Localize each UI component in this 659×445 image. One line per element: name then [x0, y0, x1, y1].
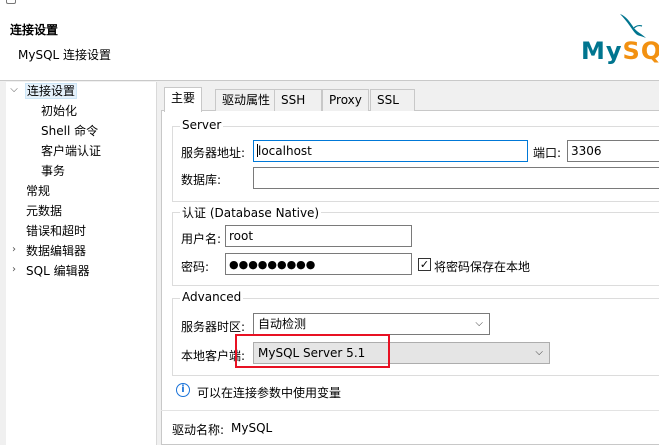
tree-item-metadata[interactable]: 元数据	[26, 202, 62, 220]
tab-ssh[interactable]: SSH	[274, 89, 322, 111]
tree-item-label: 客户端认证	[41, 144, 102, 158]
tree-item-client-auth[interactable]: 客户端认证	[41, 142, 101, 160]
chevron-down-icon[interactable]: ⌵	[9, 84, 19, 95]
header-divider	[0, 80, 659, 81]
tree-item-label: Shell 命令	[41, 124, 99, 138]
tree-item-sql-editor[interactable]: SQL 编辑器	[26, 262, 90, 280]
tab-ssl[interactable]: SSL	[370, 89, 415, 111]
footer-divider	[161, 410, 659, 411]
password-label: 密码:	[181, 260, 210, 274]
save-password-label[interactable]: 将密码保存在本地	[434, 258, 530, 275]
info-text: 可以在连接参数中使用变量	[197, 386, 342, 400]
auth-group-title: 认证 (Database Native)	[180, 204, 322, 221]
tree-item-label: SQL 编辑器	[26, 264, 90, 278]
database-label: 数据库:	[181, 173, 222, 187]
mysql-logo: MySQL	[581, 37, 659, 65]
tree-item-label: 初始化	[41, 104, 78, 118]
host-label: 服务器地址:	[181, 146, 246, 160]
database-input[interactable]	[253, 167, 659, 189]
checkmark-icon: ✓	[419, 258, 430, 271]
tree-item-label: 错误和超时	[26, 224, 87, 238]
tree-item-data-editor[interactable]: 数据编辑器	[26, 242, 86, 260]
username-label: 用户名:	[181, 232, 222, 246]
password-value: ●●●●●●●●●	[229, 258, 316, 271]
logo-sql: SQL	[622, 37, 659, 65]
host-input[interactable]: localhost	[253, 140, 528, 162]
host-value: localhost	[258, 144, 312, 158]
tree-item-label: 常规	[26, 184, 51, 198]
tab-proxy[interactable]: Proxy	[322, 89, 369, 111]
page-subtitle: MySQL 连接设置	[18, 48, 112, 62]
chevron-right-icon[interactable]: ›	[9, 264, 19, 275]
page-title: 连接设置	[10, 23, 59, 37]
server-group-title: Server	[180, 118, 224, 132]
window-icon	[6, 0, 16, 4]
info-icon: i	[176, 383, 190, 397]
settings-tree: ⌵ 连接设置 初始化 Shell 命令 客户端认证 事务 常规 元数据 错误和超…	[6, 82, 157, 445]
chevron-right-icon[interactable]: ›	[9, 244, 19, 255]
server-group	[172, 126, 659, 202]
port-value: 3306	[571, 144, 602, 158]
tree-item-init[interactable]: 初始化	[41, 102, 77, 120]
tree-item-transactions[interactable]: 事务	[41, 162, 65, 180]
tree-item-label: 元数据	[26, 204, 63, 218]
tree-item-errors-timeouts[interactable]: 错误和超时	[26, 222, 86, 240]
tree-item-label: 连接设置	[24, 83, 78, 99]
tab-driver-properties[interactable]: 驱动属性	[215, 89, 278, 111]
window-title-clip	[6, 0, 146, 4]
port-label: 端口:	[533, 146, 562, 160]
logo-my: My	[581, 37, 623, 65]
tree-item-connection-settings[interactable]: 连接设置	[24, 82, 78, 100]
timezone-value: 自动检测	[258, 317, 307, 331]
username-input[interactable]: root	[225, 225, 412, 247]
username-value: root	[229, 229, 254, 243]
tree-item-label: 数据编辑器	[26, 244, 87, 258]
tree-item-label: 事务	[41, 164, 66, 178]
chevron-down-icon: ⌵	[535, 347, 543, 358]
tree-item-general[interactable]: 常规	[26, 182, 50, 200]
driver-label: 驱动名称:	[172, 423, 225, 437]
timezone-label: 服务器时区:	[181, 320, 246, 334]
port-input[interactable]: 3306	[567, 140, 659, 162]
tree-item-shell-commands[interactable]: Shell 命令	[41, 122, 98, 140]
header: 连接设置 MySQL 连接设置 MySQL	[0, 0, 659, 80]
highlight-box	[235, 334, 390, 368]
tab-main[interactable]: 主要	[164, 87, 203, 112]
driver-value: MySQL	[231, 421, 273, 435]
advanced-group-title: Advanced	[180, 290, 244, 304]
save-password-checkbox[interactable]: ✓	[418, 258, 431, 271]
timezone-select[interactable]: 自动检测 ⌵	[253, 313, 490, 335]
chevron-down-icon: ⌵	[475, 318, 483, 329]
password-input[interactable]: ●●●●●●●●●	[225, 253, 412, 275]
